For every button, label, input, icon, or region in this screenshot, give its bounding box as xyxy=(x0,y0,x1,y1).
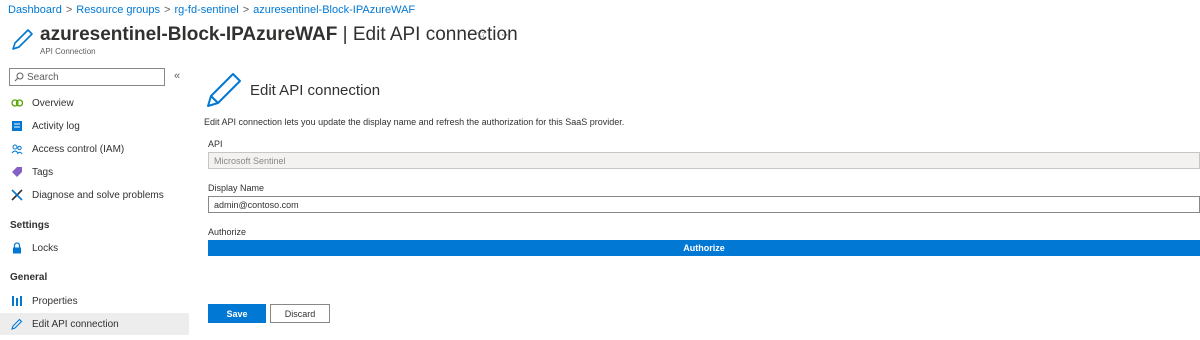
sidebar-item-access-control[interactable]: Access control (IAM) xyxy=(0,138,189,160)
search-input[interactable]: Search xyxy=(9,68,165,86)
api-value: Microsoft Sentinel xyxy=(214,155,286,166)
sidebar-item-label: Locks xyxy=(32,242,59,254)
pencil-icon xyxy=(12,29,33,50)
discard-button[interactable]: Discard xyxy=(270,304,330,323)
overview-icon xyxy=(10,96,24,110)
breadcrumb-resource-groups[interactable]: Resource groups xyxy=(76,4,160,16)
wrench-icon xyxy=(10,188,24,202)
search-icon xyxy=(14,72,24,82)
header-actions: ☆ ··· xyxy=(476,27,519,41)
breadcrumb-resource-group[interactable]: rg-fd-sentinel xyxy=(174,4,238,16)
save-button[interactable]: Save xyxy=(208,304,266,323)
authorize-label: Authorize xyxy=(208,227,247,237)
section-heading-settings: Settings xyxy=(10,220,50,231)
sidebar-item-tags[interactable]: Tags xyxy=(0,161,189,183)
lock-icon xyxy=(10,241,24,255)
activity-log-icon xyxy=(10,119,24,133)
sidebar-item-activity-log[interactable]: Activity log xyxy=(0,115,189,137)
sidebar-item-edit-api-connection[interactable]: Edit API connection xyxy=(0,313,189,335)
sidebar-item-label: Access control (IAM) xyxy=(32,143,125,155)
sidebar-item-properties[interactable]: Properties xyxy=(0,290,189,312)
sidebar-item-label: Activity log xyxy=(32,120,80,132)
breadcrumb: Dashboard > Resource groups > rg-fd-sentinel… xyxy=(8,4,415,16)
authorize-button[interactable]: Authorize xyxy=(208,240,1200,256)
display-name-label: Display Name xyxy=(208,183,265,193)
breadcrumb-separator: > xyxy=(65,4,73,16)
breadcrumb-separator: > xyxy=(242,4,250,16)
tag-icon xyxy=(10,165,24,179)
sidebar-item-label: Diagnose and solve problems xyxy=(32,189,164,201)
people-icon xyxy=(10,142,24,156)
content-title: Edit API connection xyxy=(250,82,381,99)
description-text: Edit API connection lets you update the … xyxy=(204,117,625,127)
sidebar-item-label: Properties xyxy=(32,295,78,307)
api-label: API xyxy=(208,139,223,149)
star-icon[interactable]: ☆ xyxy=(476,27,487,41)
breadcrumb-dashboard[interactable]: Dashboard xyxy=(8,4,62,16)
search-placeholder: Search xyxy=(27,71,59,83)
resource-type: API Connection xyxy=(40,47,96,56)
sidebar: Search « Overview Activity log Access co… xyxy=(0,66,189,340)
main-content: Edit API connection Edit API connection … xyxy=(204,66,1200,340)
api-field: Microsoft Sentinel xyxy=(208,152,1200,169)
more-options-icon[interactable]: ··· xyxy=(497,27,509,41)
display-name-value: admin@contoso.com xyxy=(214,199,299,210)
pencil-icon xyxy=(207,73,241,107)
display-name-field[interactable]: admin@contoso.com xyxy=(208,196,1200,213)
sidebar-item-diagnose[interactable]: Diagnose and solve problems xyxy=(0,184,189,206)
page-header: azuresentinel-Block-IPAzureWAF | Edit AP… xyxy=(10,24,710,60)
sidebar-item-label: Edit API connection xyxy=(32,318,119,330)
resource-name: azuresentinel-Block-IPAzureWAF xyxy=(40,24,338,45)
pencil-icon xyxy=(10,317,24,331)
page-title: azuresentinel-Block-IPAzureWAF | Edit AP… xyxy=(40,24,518,46)
breadcrumb-separator: > xyxy=(164,4,171,16)
properties-icon xyxy=(10,294,24,308)
sidebar-item-label: Tags xyxy=(32,166,54,178)
sidebar-item-label: Overview xyxy=(32,97,74,109)
collapse-sidebar-icon[interactable]: « xyxy=(174,70,180,82)
sidebar-item-locks[interactable]: Locks xyxy=(0,237,189,259)
section-heading-general: General xyxy=(10,272,48,283)
breadcrumb-resource[interactable]: azuresentinel-Block-IPAzureWAF xyxy=(253,4,415,16)
sidebar-item-overview[interactable]: Overview xyxy=(0,92,189,114)
